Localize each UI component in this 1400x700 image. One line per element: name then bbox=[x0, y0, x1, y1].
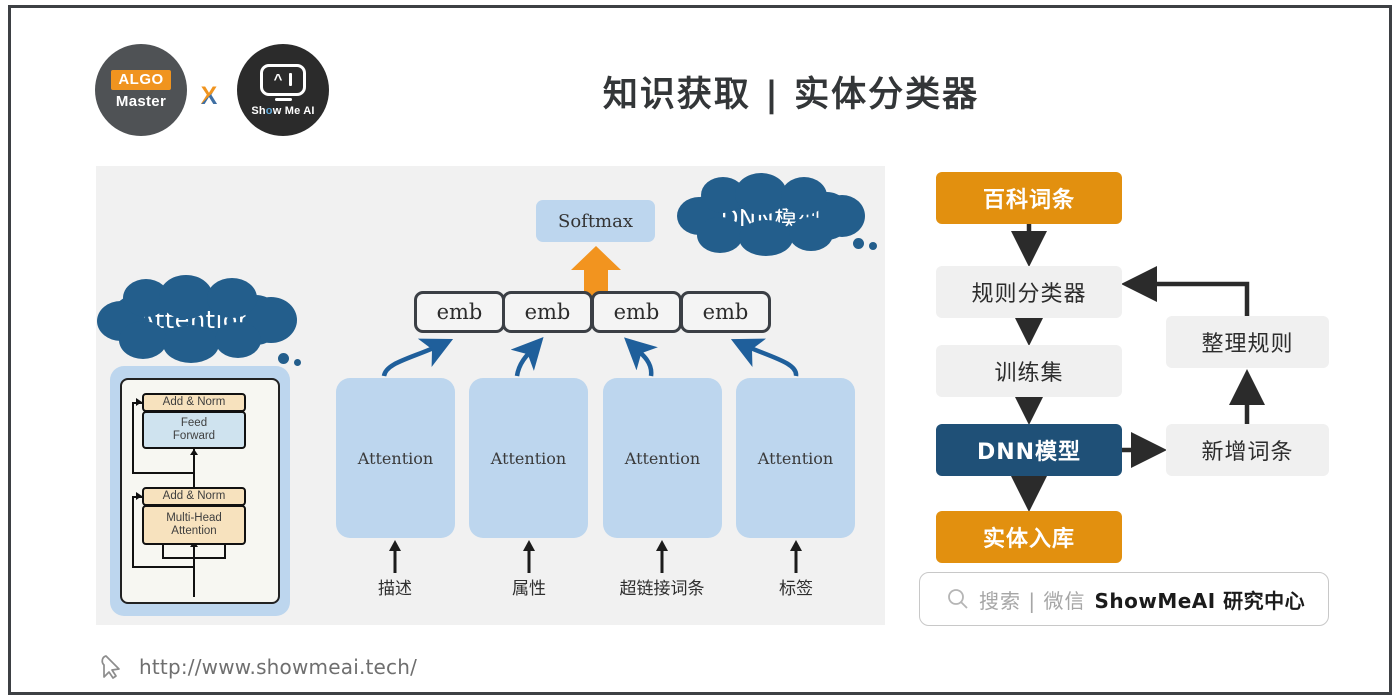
callout-dnn-bumps bbox=[691, 173, 851, 256]
algo-logo-tag: ALGO bbox=[111, 69, 171, 91]
tf-feed-forward: Feed Forward bbox=[142, 411, 246, 449]
flow-node-dnn-model[interactable]: DNN模型 bbox=[936, 424, 1122, 476]
attention-column-0: Attention bbox=[336, 378, 455, 538]
attention-column-3-label: Attention bbox=[757, 448, 834, 468]
search-icon bbox=[948, 589, 968, 609]
flow-node-new-entries[interactable]: 新增词条 bbox=[1166, 424, 1329, 476]
tf-add-norm-top-label: Add & Norm bbox=[162, 395, 226, 408]
flow-node-baike-label: 百科词条 bbox=[982, 188, 1075, 213]
emb-box-0: emb bbox=[414, 291, 505, 333]
emb-box-0-label: emb bbox=[436, 300, 483, 324]
tf-multi-head-attention: Multi-Head Attention bbox=[142, 505, 246, 545]
tf-residual-left-bot bbox=[132, 496, 134, 568]
flow-node-training-set[interactable]: 训练集 bbox=[936, 345, 1122, 397]
emb-box-2-label: emb bbox=[613, 300, 660, 324]
tf-residual-left-bot-bottom bbox=[132, 566, 194, 568]
footer-url: http://www.showmeai.tech/ bbox=[139, 655, 418, 679]
wechat-search-bar[interactable]: 搜索 | 微信 ShowMeAI 研究中心 bbox=[919, 572, 1329, 626]
input-arrow-1-icon bbox=[523, 540, 535, 573]
page-frame: ALGO Master X ^ Show Me AI 知识获取 | 实体分类器 … bbox=[8, 5, 1392, 695]
callout-attention-bumps bbox=[111, 275, 281, 363]
input-arrow-2-icon bbox=[656, 540, 668, 573]
flow-node-baike[interactable]: 百科词条 bbox=[936, 172, 1122, 224]
tf-feed-forward-line1: Feed bbox=[180, 416, 208, 429]
algo-master-logo: ALGO Master bbox=[95, 44, 187, 136]
flow-node-organize-rules[interactable]: 整理规则 bbox=[1166, 316, 1329, 368]
tf-add-norm-bottom: Add & Norm bbox=[142, 487, 246, 506]
bar-eye-icon bbox=[289, 73, 293, 86]
showmeai-name-dot: o bbox=[265, 104, 273, 117]
tf-add-norm-bottom-label: Add & Norm bbox=[162, 489, 226, 502]
softmax-box: Softmax bbox=[536, 200, 655, 242]
showmeai-name-prefix: Sh bbox=[251, 104, 266, 117]
tf-multi-head-line2: Attention bbox=[171, 525, 217, 537]
emb-box-1: emb bbox=[502, 291, 593, 333]
tf-feed-forward-line2: Forward bbox=[172, 430, 216, 442]
attention-column-3: Attention bbox=[736, 378, 855, 538]
robot-neck-icon bbox=[274, 97, 292, 101]
input-arrow-3-icon bbox=[790, 540, 802, 573]
tf-arrow-trunk-mid bbox=[190, 449, 198, 455]
logo-separator-x: X bbox=[195, 82, 223, 110]
footer: http://www.showmeai.tech/ bbox=[99, 653, 417, 681]
tf-qkv-bottom bbox=[162, 557, 226, 559]
flow-node-training-set-label: 训练集 bbox=[994, 361, 1064, 386]
emb-box-1-label: emb bbox=[524, 300, 571, 324]
flow-node-rule-classifier-label: 规则分类器 bbox=[971, 282, 1087, 307]
logo-row: ALGO Master X ^ Show Me AI bbox=[95, 42, 355, 154]
tf-add-norm-top: Add & Norm bbox=[142, 393, 246, 412]
flow-node-entity-store-label: 实体入库 bbox=[982, 527, 1075, 552]
flow-node-new-entries-label: 新增词条 bbox=[1201, 440, 1294, 465]
emb-box-3-label: emb bbox=[702, 300, 749, 324]
input-label-3: 标签 bbox=[779, 579, 813, 599]
cursor-icon bbox=[101, 655, 120, 679]
pipeline-flowchart: 百科词条 规则分类器 训练集 DNN模型 实体入库 整理规则 新增词条 bbox=[916, 166, 1356, 625]
model-architecture-panel: Attention DNN模型 Add & Norm Feed Forward … bbox=[96, 166, 885, 625]
attention-column-2-label: Attention bbox=[624, 448, 701, 468]
search-placeholder: 搜索 | 微信 bbox=[979, 588, 1086, 613]
attention-column-1-label: Attention bbox=[490, 448, 567, 468]
input-arrow-0-icon bbox=[389, 540, 401, 573]
tf-residual-left-top bbox=[132, 402, 134, 474]
showmeai-logo-name: Show Me AI bbox=[251, 105, 314, 117]
algo-logo-name: Master bbox=[115, 93, 167, 111]
robot-face-icon: ^ bbox=[260, 63, 306, 96]
tf-residual-left-top-bottom bbox=[132, 472, 194, 474]
search-brand-label: ShowMeAI 研究中心 bbox=[1094, 588, 1306, 613]
attention-column-2: Attention bbox=[603, 378, 722, 538]
flow-node-organize-rules-label: 整理规则 bbox=[1201, 332, 1294, 357]
attention-column-0-label: Attention bbox=[357, 448, 434, 468]
caret-eye-icon: ^ bbox=[273, 71, 283, 88]
flow-node-dnn-model-label: DNN模型 bbox=[976, 440, 1082, 465]
showmeai-logo: ^ Show Me AI bbox=[237, 44, 329, 136]
softmax-label: Softmax bbox=[557, 210, 633, 232]
page-title: 知识获取 | 实体分类器 bbox=[602, 75, 980, 115]
attention-column-1: Attention bbox=[469, 378, 588, 538]
showmeai-name-suffix: w Me AI bbox=[272, 104, 315, 117]
flow-node-rule-classifier[interactable]: 规则分类器 bbox=[936, 266, 1122, 318]
flow-node-entity-store[interactable]: 实体入库 bbox=[936, 511, 1122, 563]
emb-box-2: emb bbox=[591, 291, 682, 333]
emb-box-3: emb bbox=[680, 291, 771, 333]
tf-multi-head-line1: Multi-Head bbox=[166, 511, 222, 524]
